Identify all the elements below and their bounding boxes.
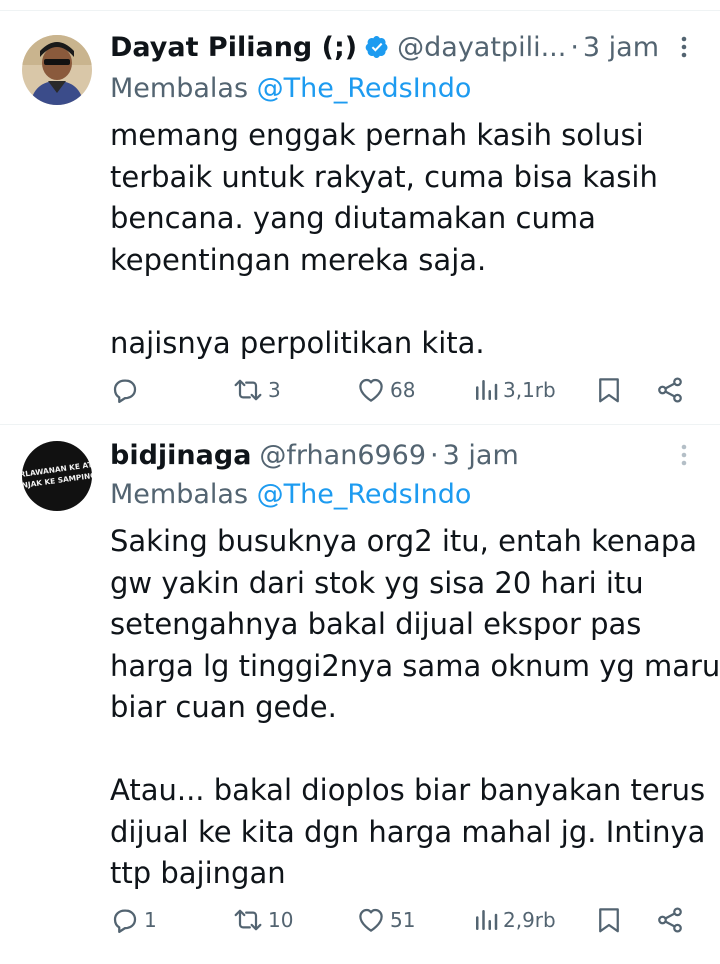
tweet-actions: 3 68 3,1rb	[0, 370, 720, 410]
reply-context: Membalas @The_RedsIndo	[110, 73, 471, 104]
user-handle[interactable]: @frhan6969	[259, 440, 426, 471]
tweet-header: Dayat Piliang (;) @dayatpili... · 3 jam	[110, 29, 694, 65]
timestamp[interactable]: 3 jam	[443, 440, 519, 471]
tweet-text: Saking busuknya org2 itu, entah kenapa g…	[110, 521, 720, 895]
text-line: kepentingan mereka saja.	[110, 242, 487, 277]
like-count: 51	[390, 908, 416, 932]
text-line: najisnya perpolitikan kita.	[110, 325, 485, 360]
tweet-header: bidjinaga @frhan6969 · 3 jam	[110, 437, 694, 473]
views-button[interactable]: 2,9rb	[473, 900, 556, 940]
views-count: 3,1rb	[503, 378, 556, 402]
bookmark-icon[interactable]	[594, 375, 624, 405]
share-icon[interactable]	[655, 375, 685, 405]
tweet-card[interactable]: PERLAWANAN KE ATAS INJAK KE SAMPING bidj…	[0, 424, 720, 955]
text-line: Atau... bakal dioplos biar banyakan teru…	[110, 773, 706, 807]
text-line: gw yakin dari stok yg sisa 20 hari itu	[110, 565, 644, 600]
like-count: 68	[390, 378, 416, 402]
like-button[interactable]: 51	[356, 900, 415, 940]
reply-mention-link[interactable]: @The_RedsIndo	[257, 479, 472, 510]
avatar[interactable]: PERLAWANAN KE ATAS INJAK KE SAMPING	[22, 441, 92, 511]
retweet-icon	[234, 379, 262, 401]
separator-dot: ·	[430, 439, 439, 471]
reply-icon	[113, 909, 137, 933]
like-button[interactable]: 68	[356, 370, 415, 410]
separator-dot: ·	[570, 31, 579, 63]
reply-icon	[113, 379, 137, 403]
tweet-actions: 1 10 51 2,9rb	[0, 900, 720, 940]
reply-mention-link[interactable]: @The_RedsIndo	[257, 73, 472, 104]
text-line: biar cuan gede.	[110, 690, 337, 724]
heart-icon	[359, 908, 383, 932]
retweet-icon	[234, 909, 262, 931]
text-line: memang enggak pernah kasih solusi	[110, 118, 644, 152]
display-name[interactable]: Dayat Piliang (;)	[110, 32, 357, 63]
retweet-count: 3	[268, 378, 281, 402]
user-handle[interactable]: @dayatpili...	[397, 32, 566, 63]
reply-button[interactable]: 1	[110, 900, 157, 940]
verified-badge-icon	[365, 36, 388, 58]
heart-icon	[359, 378, 383, 402]
views-button[interactable]: 3,1rb	[473, 370, 556, 410]
share-icon[interactable]	[655, 905, 685, 935]
text-line: harga lg tinggi2nya sama oknum yg maruk	[110, 648, 720, 683]
avatar[interactable]	[22, 35, 92, 105]
timestamp[interactable]: 3 jam	[583, 32, 659, 63]
text-line: setengahnya bakal dijual ekspor pas	[110, 607, 642, 641]
display-name[interactable]: bidjinaga	[110, 440, 251, 471]
text-line: dijual ke kita dgn harga mahal jg. Intin…	[110, 814, 706, 849]
tweet-card[interactable]: Dayat Piliang (;) @dayatpili... · 3 jam …	[0, 10, 720, 423]
views-chart-icon	[476, 910, 498, 930]
more-options-icon[interactable]	[672, 29, 696, 65]
reply-count: 1	[144, 908, 157, 932]
reply-button[interactable]	[110, 370, 144, 410]
more-options-icon[interactable]	[672, 437, 696, 473]
retweet-button[interactable]: 10	[232, 900, 293, 940]
text-line: bencana. yang diutamakan cuma	[110, 201, 596, 235]
retweet-button[interactable]: 3	[232, 370, 281, 410]
tweet-text: memang enggak pernah kasih solusi terbai…	[110, 115, 700, 364]
reply-context: Membalas @The_RedsIndo	[110, 479, 471, 510]
retweet-count: 10	[268, 908, 294, 932]
text-line: ttp bajingan	[110, 856, 286, 890]
bookmark-icon[interactable]	[594, 905, 624, 935]
views-count: 2,9rb	[503, 908, 556, 932]
text-line: Saking busuknya org2 itu, entah kenapa	[110, 524, 698, 558]
text-line: terbaik untuk rakyat, cuma bisa kasih	[110, 159, 658, 194]
reply-prefix: Membalas	[110, 73, 249, 104]
views-chart-icon	[476, 380, 498, 400]
reply-prefix: Membalas	[110, 479, 249, 510]
